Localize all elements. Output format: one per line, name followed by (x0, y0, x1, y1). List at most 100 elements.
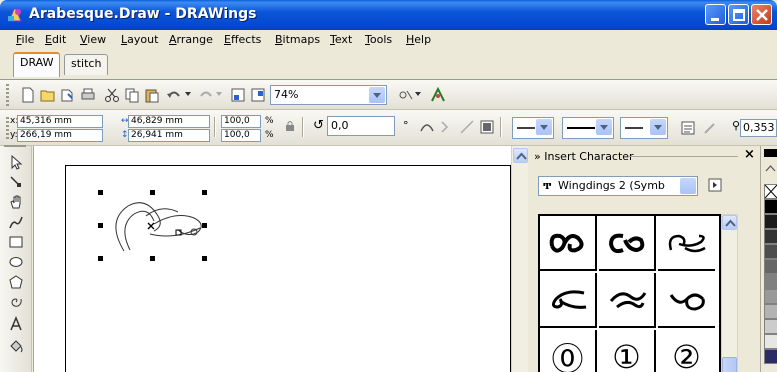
propertybar-grip[interactable] (6, 117, 9, 139)
undo-icon[interactable] (166, 87, 182, 103)
docker-options-icon[interactable] (708, 178, 722, 192)
color-swatch[interactable] (764, 334, 777, 349)
drawing-canvas[interactable] (33, 146, 511, 372)
font-selector[interactable]: ͳ Wingdings 2 (Symb (538, 176, 698, 196)
palette-menu-icon[interactable] (764, 149, 777, 157)
selection-handle[interactable] (98, 223, 103, 228)
menu-arrange[interactable]: Arrange (169, 33, 213, 46)
title-bar[interactable]: Arabesque.Draw - DRAWings (0, 0, 777, 30)
selection-handle[interactable] (150, 256, 155, 261)
rectangle-tool-icon[interactable] (8, 234, 24, 250)
spiral-tool-icon[interactable] (8, 294, 24, 310)
arabesque-shape[interactable] (66, 166, 266, 276)
color-swatch[interactable] (764, 214, 777, 229)
freehand-tool-icon[interactable] (8, 214, 24, 230)
rotation-field[interactable]: 0,0 (327, 116, 395, 136)
text-tool-icon[interactable] (8, 316, 24, 332)
chevron-down-icon[interactable] (536, 119, 552, 135)
x-position-field[interactable]: 45,316 mm (17, 115, 103, 128)
height-field[interactable]: 26,941 mm (128, 129, 210, 142)
line-tool-icon[interactable] (459, 119, 475, 135)
menu-layout[interactable]: Layout (121, 33, 158, 46)
selection-handle[interactable] (150, 190, 155, 195)
new-file-icon[interactable] (20, 87, 36, 103)
tab-stitch[interactable]: stitch (64, 54, 109, 75)
mirror-vertical-icon[interactable] (439, 119, 455, 135)
scale-y-field[interactable]: 100,0 (221, 129, 261, 142)
menu-edit[interactable]: Edit (45, 33, 66, 46)
no-color-swatch[interactable] (764, 184, 777, 199)
options-dropdown-icon[interactable] (414, 89, 422, 99)
color-swatch[interactable] (764, 349, 777, 364)
menu-text[interactable]: Text (330, 33, 352, 46)
character-cell[interactable]: ② (658, 330, 715, 372)
character-cell[interactable] (599, 273, 656, 328)
color-swatch[interactable] (764, 259, 777, 274)
pan-tool-icon[interactable] (8, 194, 24, 210)
paste-icon[interactable] (144, 87, 160, 103)
drawing-page[interactable] (65, 165, 511, 372)
print-icon[interactable] (80, 87, 96, 103)
canvas-vertical-scrollbar[interactable] (511, 146, 528, 372)
menu-bitmaps[interactable]: Bitmaps (275, 33, 320, 46)
polygon-tool-icon[interactable] (8, 274, 24, 290)
scroll-up-button[interactable] (513, 148, 528, 163)
color-swatch[interactable] (764, 304, 777, 319)
shape-tool-icon[interactable] (8, 174, 24, 190)
docker-title[interactable]: » Insert Character (534, 150, 634, 163)
chevron-down-icon[interactable] (369, 87, 385, 103)
pick-tool-icon[interactable] (8, 154, 24, 170)
cut-icon[interactable] (104, 87, 120, 103)
color-swatch[interactable] (764, 274, 777, 289)
export-icon[interactable] (250, 87, 266, 103)
docker-close-icon[interactable]: × (744, 147, 755, 162)
tab-draw[interactable]: DRAW (13, 52, 61, 77)
menu-effects[interactable]: Effects (224, 33, 261, 46)
toolbar-grip[interactable] (6, 84, 9, 106)
line-style-combo[interactable] (562, 117, 614, 139)
minimize-button[interactable] (705, 4, 726, 25)
selection-handle[interactable] (98, 256, 103, 261)
character-cell[interactable]: ⓪ (540, 330, 597, 372)
palette-scroll-up-icon[interactable] (764, 163, 777, 173)
application-launcher-icon[interactable] (430, 87, 446, 103)
convert-to-curves-icon[interactable] (479, 119, 495, 135)
selection-handle[interactable] (202, 223, 207, 228)
character-cell[interactable] (658, 216, 715, 271)
open-file-icon[interactable] (40, 87, 56, 103)
outline-width-field[interactable]: 0,353 (740, 119, 777, 137)
character-grid[interactable]: ⓪ ① ② (538, 214, 721, 372)
mirror-horizontal-icon[interactable] (419, 119, 435, 135)
redo-dropdown-icon[interactable] (215, 89, 223, 99)
width-field[interactable]: 46,829 mm (128, 115, 210, 128)
chevron-down-icon[interactable] (596, 119, 612, 135)
selection-handle[interactable] (98, 190, 103, 195)
undo-dropdown-icon[interactable] (184, 89, 192, 99)
fill-tool-icon[interactable] (8, 338, 24, 354)
redo-icon[interactable] (198, 87, 214, 103)
tool-options-icon[interactable] (398, 87, 414, 103)
chevron-down-icon[interactable] (650, 119, 666, 135)
copy-icon[interactable] (124, 87, 140, 103)
maximize-button[interactable] (728, 4, 749, 25)
character-cell[interactable] (658, 273, 715, 328)
menu-file[interactable]: File (16, 33, 34, 46)
import-icon[interactable] (60, 87, 76, 103)
menu-help[interactable]: Help (406, 33, 431, 46)
grid-scroll-thumb[interactable] (722, 357, 737, 372)
y-position-field[interactable]: 266,19 mm (17, 129, 103, 142)
color-swatch[interactable] (764, 229, 777, 244)
selection-handle[interactable] (202, 190, 207, 195)
lock-ratio-icon[interactable] (284, 120, 296, 132)
color-swatch[interactable] (764, 319, 777, 334)
line-start-combo[interactable] (512, 117, 554, 139)
zoom-level-combo[interactable]: 74% (270, 85, 387, 105)
scale-x-field[interactable]: 100,0 (221, 115, 261, 128)
character-grid-scrollbar[interactable] (721, 214, 738, 372)
line-end-combo[interactable] (620, 117, 668, 139)
ellipse-tool-icon[interactable] (8, 254, 24, 270)
character-cell[interactable]: ① (599, 330, 656, 372)
menu-view[interactable]: View (80, 33, 106, 46)
menu-tools[interactable]: Tools (365, 33, 392, 46)
color-swatch[interactable] (764, 244, 777, 259)
